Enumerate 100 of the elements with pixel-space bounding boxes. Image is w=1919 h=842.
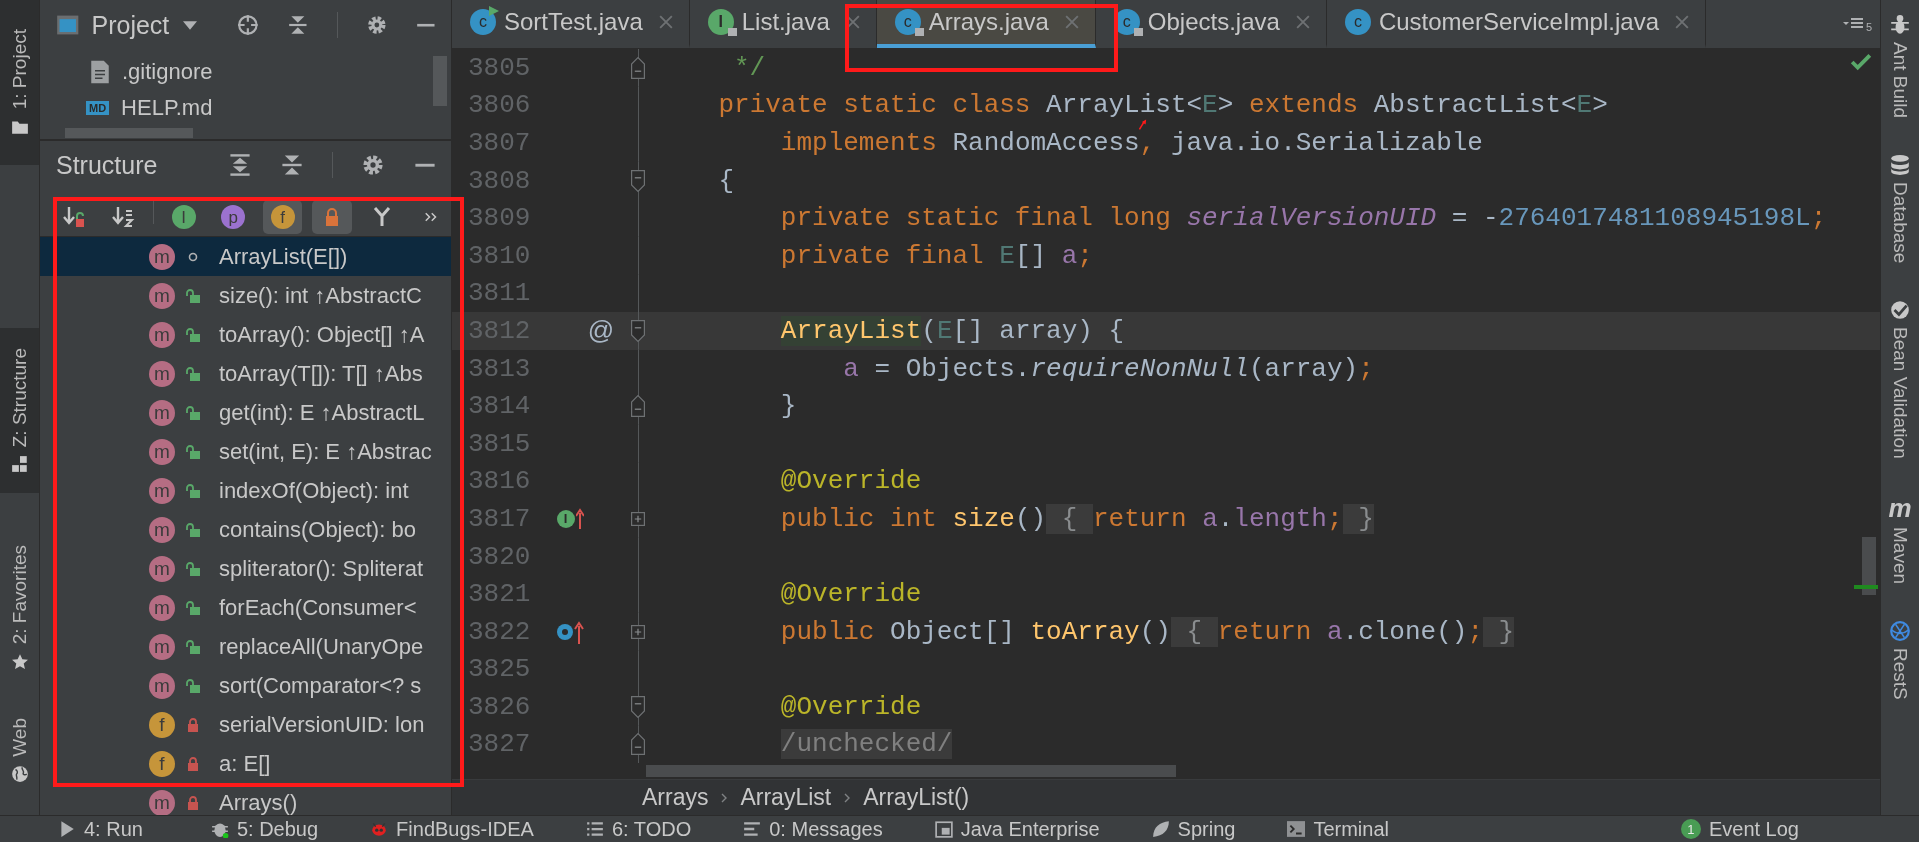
scrollbar-thumb[interactable] <box>65 128 193 138</box>
fold-icon[interactable] <box>630 694 646 719</box>
expand-icon[interactable] <box>228 153 252 177</box>
fold-icon[interactable] <box>630 55 646 80</box>
line-number: 3825 <box>467 654 532 685</box>
tool-window-button[interactable]: 1: Project <box>0 0 39 165</box>
ant-icon <box>1889 14 1911 36</box>
gutter-marker[interactable]: @ <box>587 315 615 347</box>
method-icon: m <box>149 243 175 270</box>
structure-item[interactable]: m toArray(): Object[] ↑A <box>40 315 451 354</box>
tool-window-button[interactable]: 6: TODO <box>585 817 692 841</box>
terminal-icon <box>1287 820 1306 838</box>
toolbar-toggle[interactable] <box>312 200 352 234</box>
method-icon: m <box>149 282 175 309</box>
editor-tab[interactable]: c CustomerServiceImpl.java <box>1326 0 1706 48</box>
file-tree-item[interactable]: .gitignore <box>40 54 451 90</box>
structure-item[interactable]: m replaceAll(UnaryOpe <box>40 627 451 666</box>
line-number: 3820 <box>467 541 532 572</box>
line-number: 3816 <box>467 466 532 497</box>
structure-item[interactable]: f serialVersionUID: lon <box>40 705 451 744</box>
close-icon[interactable] <box>658 15 673 29</box>
structure-item[interactable]: m Arrays() <box>40 783 451 815</box>
notification-badge: 1 <box>1680 819 1701 839</box>
tool-window-button[interactable]: m Maven <box>1888 495 1912 585</box>
scrollbar-thumb[interactable] <box>646 765 1176 777</box>
tool-window-button[interactable]: Z: Structure <box>0 328 39 493</box>
line-number: 3806 <box>467 90 532 121</box>
markdown-file-icon: MD <box>86 101 110 115</box>
tab-list-button[interactable]: 5 <box>1834 0 1880 48</box>
code-line: @Override <box>780 581 922 608</box>
collapse-icon[interactable] <box>287 13 309 37</box>
expand-icon[interactable] <box>630 510 646 527</box>
bug-icon <box>370 820 389 838</box>
tool-window-button[interactable]: Web <box>0 703 39 798</box>
tool-window-button[interactable]: Terminal <box>1287 817 1389 841</box>
tool-window-button[interactable]: Ant Build <box>1889 14 1911 119</box>
fold-icon[interactable] <box>630 394 646 419</box>
method-icon: m <box>149 789 175 815</box>
close-icon[interactable] <box>1295 15 1310 29</box>
editor-tab[interactable]: I List.java <box>689 0 877 48</box>
structure-item[interactable]: m indexOf(Object): int <box>40 471 451 510</box>
file-tree-item[interactable]: MD HELP.md <box>40 90 451 126</box>
structure-item[interactable]: m forEach(Consumer< <box>40 588 451 627</box>
tool-window-button[interactable]: Database <box>1889 154 1911 264</box>
breadcrumb-item[interactable]: Arrays <box>642 784 709 811</box>
interface-icon: I <box>707 9 734 35</box>
tool-window-button[interactable]: 0: Messages <box>743 817 883 841</box>
collapse-icon[interactable] <box>280 153 304 177</box>
globe-icon <box>10 764 29 783</box>
check-icon <box>1850 53 1872 71</box>
structure-item[interactable]: m toArray(T[]): T[] ↑Abs <box>40 354 451 393</box>
structure-item[interactable]: m ArrayList(E[]) <box>40 237 451 276</box>
tool-window-button[interactable]: 4: Run <box>58 817 143 841</box>
fold-icon[interactable] <box>630 168 646 193</box>
code-line: private final E[] a; <box>780 242 1093 269</box>
text-file-icon <box>90 59 110 85</box>
list-icon <box>585 820 604 838</box>
line-number: 3805 <box>467 52 532 83</box>
breadcrumb-item[interactable]: ArrayList <box>740 784 832 811</box>
fold-icon[interactable] <box>630 732 646 757</box>
method-icon: m <box>149 594 175 621</box>
structure-item[interactable]: m set(int, E): E ↑Abstrac <box>40 432 451 471</box>
tool-window-button[interactable]: Bean Validation <box>1889 299 1911 460</box>
tool-window-button[interactable]: FindBugs-IDEA <box>370 817 534 841</box>
tool-window-button[interactable]: Java Enterprise <box>934 817 1100 841</box>
structure-item[interactable]: m spliterator(): Spliterat <box>40 549 451 588</box>
scrollbar-thumb[interactable] <box>433 56 447 106</box>
close-icon[interactable] <box>1064 15 1079 29</box>
settings-icon[interactable] <box>361 153 385 177</box>
list-icon <box>1842 17 1865 31</box>
editor-tab[interactable]: c Arrays.java <box>876 0 1096 48</box>
toolbar-toggle[interactable]: I <box>163 200 204 234</box>
structure-item[interactable]: f a: E[] <box>40 744 451 783</box>
tool-window-button[interactable]: RestS <box>1889 620 1911 700</box>
code-line: } <box>780 393 797 420</box>
fold-icon[interactable] <box>630 318 646 343</box>
change-marker <box>1854 585 1878 589</box>
expand-icon[interactable] <box>630 623 646 640</box>
structure-item[interactable]: m get(int): E ↑AbstractL <box>40 393 451 432</box>
breadcrumb-item[interactable]: ArrayList() <box>863 784 970 811</box>
view-dropdown[interactable]: Project <box>91 10 198 40</box>
tool-window-button[interactable]: Spring <box>1151 817 1236 841</box>
structure-item[interactable]: m sort(Comparator<? s <box>40 666 451 705</box>
code-line: private static final long serialVersionUID = -2764017481108945198L; <box>780 205 1827 232</box>
annotation-arrow <box>1138 119 1147 130</box>
caret-icon <box>183 20 198 30</box>
locate-icon[interactable] <box>237 13 259 37</box>
overrides-gutter-icon[interactable] <box>555 619 585 644</box>
editor-tab[interactable]: c Objects.java <box>1095 0 1327 48</box>
line-number: 3813 <box>467 353 532 384</box>
scrollbar-thumb[interactable] <box>1862 537 1876 595</box>
structure-item[interactable]: m contains(Object): bo <box>40 510 451 549</box>
tool-window-button[interactable]: 5: Debug <box>210 817 319 841</box>
structure-item[interactable]: m size(): int ↑AbstractC <box>40 276 451 315</box>
close-icon[interactable] <box>1675 15 1689 29</box>
editor-tab[interactable]: c SortTest.java <box>452 0 690 48</box>
tool-window-button[interactable]: 1 Event Log <box>1680 817 1799 841</box>
line-number: 3817 <box>467 503 532 534</box>
tool-window-button[interactable]: 2: Favorites <box>0 533 39 683</box>
toolbar-toggle[interactable]: f <box>262 200 303 234</box>
